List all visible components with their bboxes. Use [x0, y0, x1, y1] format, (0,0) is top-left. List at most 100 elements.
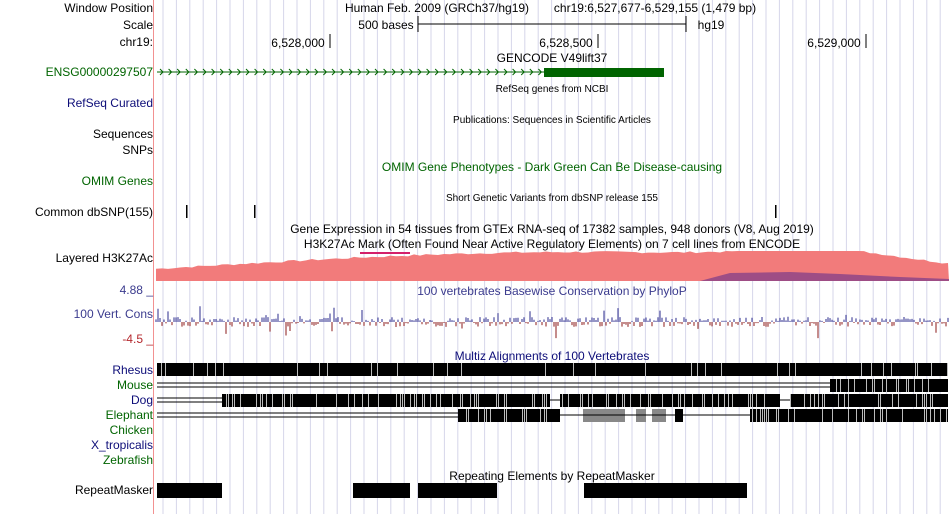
align-gap: [752, 409, 753, 422]
species-label-rhesus[interactable]: Rhesus: [112, 363, 153, 377]
repeatmasker-track-label[interactable]: RepeatMasker: [75, 483, 153, 497]
align-gap: [234, 394, 235, 407]
align-gap: [640, 394, 641, 407]
align-gap: [430, 394, 431, 407]
align-gap: [606, 394, 607, 407]
align-gap: [880, 409, 881, 422]
gtex-track-title: Gene Expression in 54 tissues from GTEx …: [290, 222, 814, 236]
species-label-xtropicalis[interactable]: X_tropicalis: [91, 438, 153, 452]
align-gap: [886, 409, 887, 422]
align-gap: [377, 363, 378, 376]
align-gap: [466, 409, 467, 422]
snp-mark: [186, 205, 188, 218]
align-gap: [645, 363, 646, 376]
dbsnp-track-label[interactable]: Common dbSNP(155): [35, 205, 153, 219]
align-gap: [721, 363, 722, 376]
align-gap: [226, 394, 227, 407]
align-gap: [354, 394, 355, 407]
align-gap: [546, 409, 547, 422]
align-gap: [794, 409, 795, 422]
align-gap: [712, 394, 713, 407]
align-gap: [756, 409, 757, 422]
align-gap: [702, 394, 703, 407]
align-gap: [460, 394, 461, 407]
align-gap: [474, 394, 475, 407]
align-gap: [526, 409, 527, 422]
align-gap: [592, 394, 593, 407]
publications-track-label[interactable]: Sequences: [93, 127, 153, 141]
species-label-dog[interactable]: Dog: [131, 393, 153, 407]
omim-track-label[interactable]: OMIM Genes: [82, 174, 153, 188]
h3k27ac-track-title: H3K27Ac Mark (Often Found Near Active Re…: [303, 237, 801, 251]
align-gap: [760, 409, 761, 422]
align-gap: [795, 363, 796, 376]
align-gap: [371, 363, 372, 376]
align-gap: [532, 394, 533, 407]
align-gap: [672, 394, 673, 407]
align-gap: [282, 394, 283, 407]
align-gap: [680, 394, 681, 407]
align-gap: [362, 394, 363, 407]
align-gap: [506, 409, 507, 422]
species-label-zebrafish[interactable]: Zebrafish: [103, 453, 153, 467]
align-gap: [161, 363, 162, 376]
window-position-label: Window Position: [64, 1, 153, 15]
align-gap: [622, 394, 623, 407]
align-gap: [705, 363, 706, 376]
repeat-element: [353, 483, 410, 498]
ruler-tick-label: 6,528,000: [271, 36, 325, 50]
species-label-elephant[interactable]: Elephant: [106, 408, 153, 422]
align-gap: [766, 409, 767, 422]
align-gap: [402, 394, 403, 407]
align-gap: [871, 363, 872, 376]
h3k27ac-track-label[interactable]: Layered H3K27Ac: [56, 251, 153, 265]
align-gap: [319, 363, 320, 376]
align-gap: [490, 409, 491, 422]
align-gap: [397, 363, 398, 376]
align-gap: [917, 363, 918, 376]
align-gap: [595, 363, 596, 376]
species-label-mouse[interactable]: Mouse: [117, 378, 153, 392]
align-gap: [290, 394, 291, 407]
cons-track-title: 100 vertebrates Basewise Conservation by…: [417, 284, 687, 298]
snps-track-label[interactable]: SNPs: [122, 143, 153, 157]
align-gap: [284, 394, 285, 407]
align-gap: [630, 394, 631, 407]
align-gap: [922, 394, 923, 407]
align-gap: [844, 394, 845, 407]
align-gap: [546, 394, 547, 407]
align-gap: [662, 394, 663, 407]
multiz-track-title: Multiz Alignments of 100 Vertebrates: [454, 349, 650, 363]
align-gap: [930, 409, 931, 422]
align-gap: [410, 394, 411, 407]
align-gap: [260, 394, 261, 407]
align-gap: [522, 409, 523, 422]
species-label-chicken[interactable]: Chicken: [110, 423, 153, 437]
align-gap: [878, 394, 879, 407]
align-gap: [297, 363, 298, 376]
align-gap: [316, 394, 317, 407]
scale-bar-text: 500 bases: [358, 18, 414, 32]
align-gap: [540, 409, 541, 422]
align-gap: [898, 394, 899, 407]
align-gap: [924, 409, 925, 422]
align-gap: [193, 363, 194, 376]
align-gap: [926, 394, 927, 407]
align-gap: [790, 394, 791, 407]
align-gap: [692, 394, 693, 407]
align-gap: [534, 394, 535, 407]
rhesus-alignment: [157, 363, 948, 376]
refseq-track-label[interactable]: RefSeq Curated: [67, 96, 153, 110]
align-gap: [932, 394, 933, 407]
align-gap: [818, 394, 819, 407]
align-gap: [568, 394, 569, 407]
align-gap: [368, 394, 369, 407]
dbsnp-track-title: Short Genetic Variants from dbSNP releas…: [446, 193, 658, 204]
align-gap: [822, 409, 823, 422]
align-gap: [470, 394, 471, 407]
cons-track-label[interactable]: 100 Vert. Cons: [74, 307, 153, 321]
gencode-track-label[interactable]: ENSG00000297507: [46, 65, 153, 79]
align-gap: [292, 394, 293, 407]
repeat-element: [584, 483, 747, 498]
align-gap: [814, 394, 815, 407]
